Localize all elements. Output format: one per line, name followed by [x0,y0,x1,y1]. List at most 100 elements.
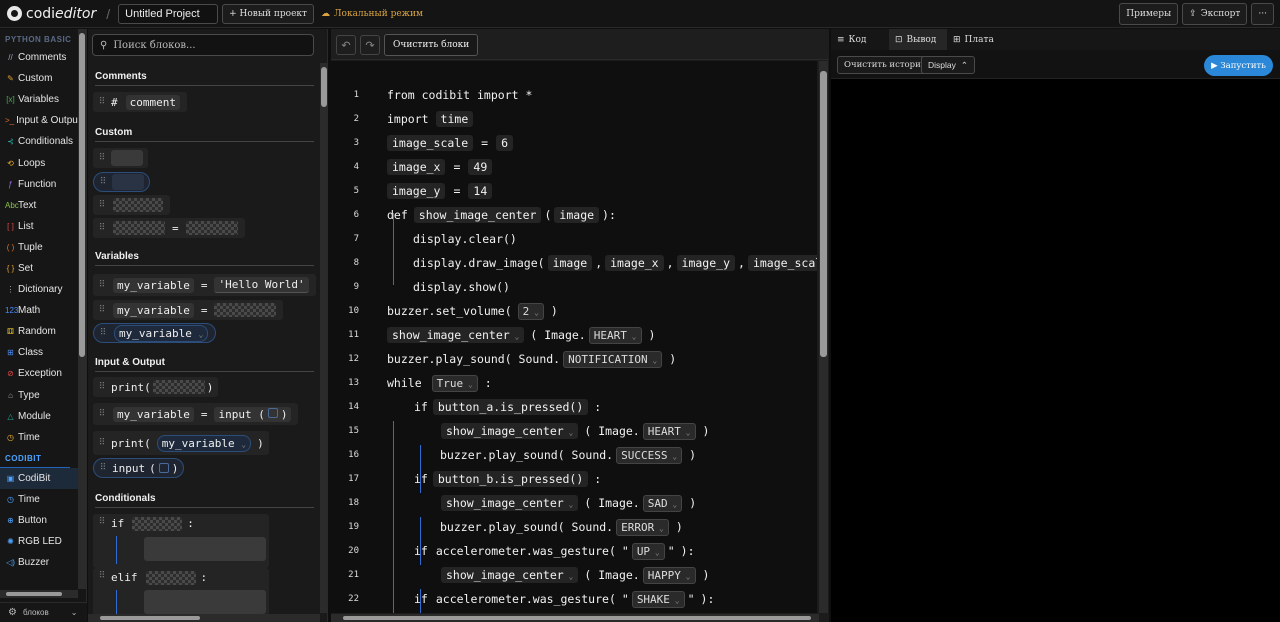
project-name-input[interactable] [118,3,219,24]
codibit-category-time[interactable]: ◷ Time [0,489,78,510]
palette-scroll-thumb[interactable] [321,67,327,107]
editor-scrollbar[interactable] [819,61,828,613]
argument[interactable]: image [547,255,593,271]
redo-button[interactable]: ↷ [360,35,380,55]
codibit-category-rgb-led[interactable]: ✺ RGB LED [0,531,78,552]
tab-board[interactable]: ⊞ Плата [947,29,1005,50]
code-line-20[interactable]: if accelerometer.was_gesture("UP"): [414,541,695,561]
placeholder-slot[interactable] [214,303,277,317]
function-dropdown[interactable]: show_image_center [387,327,525,343]
print-variable-block[interactable]: ⠿ print( my_variable ⌄ ) [93,431,269,455]
image-dropdown[interactable]: HEART [642,422,696,440]
condition-slot[interactable] [132,517,183,531]
display-select[interactable]: Display ⌃ [921,56,975,74]
code-line-16[interactable]: buzzer.play_sound( Sound.SUCCESS) [440,445,696,465]
editor-scroll-thumb[interactable] [820,71,827,357]
function-dropdown[interactable]: show_image_center [441,423,579,439]
code-line-2[interactable]: import time [387,109,476,129]
new-project-button[interactable]: + Новый проект [222,3,315,24]
category-text[interactable]: Abc Text [0,195,78,216]
drag-handle-icon[interactable]: ⠿ [94,463,112,473]
local-mode-indicator[interactable]: ☁ Локальный режим [321,9,423,19]
sound-dropdown[interactable]: SUCCESS [616,446,683,464]
editor-hscrollbar[interactable] [331,614,819,622]
number-value[interactable]: 14 [468,183,493,199]
input-slot[interactable] [267,407,278,418]
code-line-22[interactable]: if accelerometer.was_gesture("SHAKE"): [414,589,714,609]
code-line-11[interactable]: show_image_center ( Image.HEART) [384,325,655,345]
category-hscroll-thumb[interactable] [6,592,62,596]
code-line-3[interactable]: image_scale = 6 [384,133,516,153]
category-type[interactable]: ⌂ Type [0,385,78,406]
palette-hscrollbar[interactable] [88,614,320,622]
category-tuple[interactable]: ( ) Tuple [0,237,78,258]
number-value[interactable]: 49 [468,159,493,175]
variable-get-block[interactable]: ⠿ my_variable ⌄ [93,323,217,343]
code-line-19[interactable]: buzzer.play_sound( Sound.ERROR) [440,517,683,537]
code-line-10[interactable]: buzzer.set_volume(2) [387,301,558,321]
category-scroll-thumb[interactable] [79,33,85,357]
editor-hscroll-thumb[interactable] [343,616,811,620]
code-line-9[interactable]: display.show() [413,277,510,297]
drag-handle-icon[interactable]: ⠿ [93,382,111,392]
category-dictionary[interactable]: ⋮ Dictionary [0,279,78,300]
variable-input-block[interactable]: ⠿ my_variable = input () [93,403,299,425]
variable-assign-string-block[interactable]: ⠿ my_variable = 'Hello World' [93,274,316,296]
drag-handle-icon[interactable]: ⠿ [93,200,111,210]
elif-body-slot[interactable] [144,590,266,614]
code-line-5[interactable]: image_y = 14 [384,181,495,201]
category-list[interactable]: [ ] List [0,216,78,237]
print-block[interactable]: ⠿ print( ) [93,377,219,397]
module-name[interactable]: time [435,111,474,127]
input-call[interactable]: input () [214,406,292,422]
clear-blocks-button[interactable]: Очистить блоки [384,34,479,56]
more-menu-button[interactable]: ··· [1251,3,1274,25]
argument[interactable]: image_x [605,255,664,271]
custom-block-3[interactable]: ⠿ [93,195,170,215]
condition-slot[interactable] [145,571,196,585]
comment-block[interactable]: ⠿ # comment [93,92,187,112]
category-variables[interactable]: [x] Variables [0,89,78,110]
category-input-output[interactable]: >_ Input & Output [0,110,78,131]
drag-handle-icon[interactable]: ⠿ [94,177,112,187]
undo-button[interactable]: ↶ [336,35,356,55]
drag-handle-icon[interactable]: ⠿ [93,571,111,581]
sound-dropdown[interactable]: NOTIFICATION [563,350,663,368]
category-comments[interactable]: // Comments [0,47,78,68]
comment-text[interactable]: comment [125,94,180,110]
variable-dropdown[interactable]: my_variable ⌄ [114,324,209,342]
input-slot[interactable] [158,463,169,473]
variable-dropdown[interactable]: my_variable ⌄ [156,434,252,452]
code-line-17[interactable]: if button_b.is_pressed(): [414,469,601,489]
placeholder-slot[interactable] [113,221,165,235]
category-exception[interactable]: ⊘ Exception [0,363,78,384]
code-line-15[interactable]: show_image_center ( Image.HEART) [438,421,709,441]
drag-handle-icon[interactable]: ⠿ [93,409,111,419]
string-value[interactable]: 'Hello World' [214,277,309,293]
code-line-6[interactable]: def show_image_center(image): [387,205,616,225]
code-line-4[interactable]: image_x = 49 [384,157,495,177]
category-function[interactable]: ƒ Function [0,174,78,195]
code-line-18[interactable]: show_image_center ( Image.SAD) [438,493,696,513]
function-name[interactable]: show_image_center [413,207,542,223]
category-module[interactable]: △ Module [0,406,78,427]
placeholder-slot[interactable] [152,380,205,394]
drag-handle-icon[interactable]: ⠿ [93,97,111,107]
category-math[interactable]: 123 Math [0,300,78,321]
empty-slot[interactable] [112,174,144,190]
codibit-category-buzzer[interactable]: ◁) Buzzer [0,552,78,573]
category-custom[interactable]: ✎ Custom [0,68,78,89]
palette-scrollbar[interactable] [320,63,327,613]
category-random[interactable]: ⚅ Random [0,321,78,342]
image-dropdown[interactable]: SAD [642,494,683,512]
run-button[interactable]: ▶ Запустить [1204,55,1273,76]
function-dropdown[interactable]: show_image_center [441,495,579,511]
palette-hscroll-thumb[interactable] [100,616,200,620]
category-set[interactable]: { } Set [0,258,78,279]
drag-handle-icon[interactable]: ⠿ [93,223,111,233]
number-value[interactable]: 6 [496,135,514,151]
sound-dropdown[interactable]: ERROR [616,518,669,536]
argument[interactable]: image_scale [747,255,817,271]
tab-code[interactable]: ≡ Код [831,29,889,50]
code-line-14[interactable]: if button_a.is_pressed(): [414,397,601,417]
